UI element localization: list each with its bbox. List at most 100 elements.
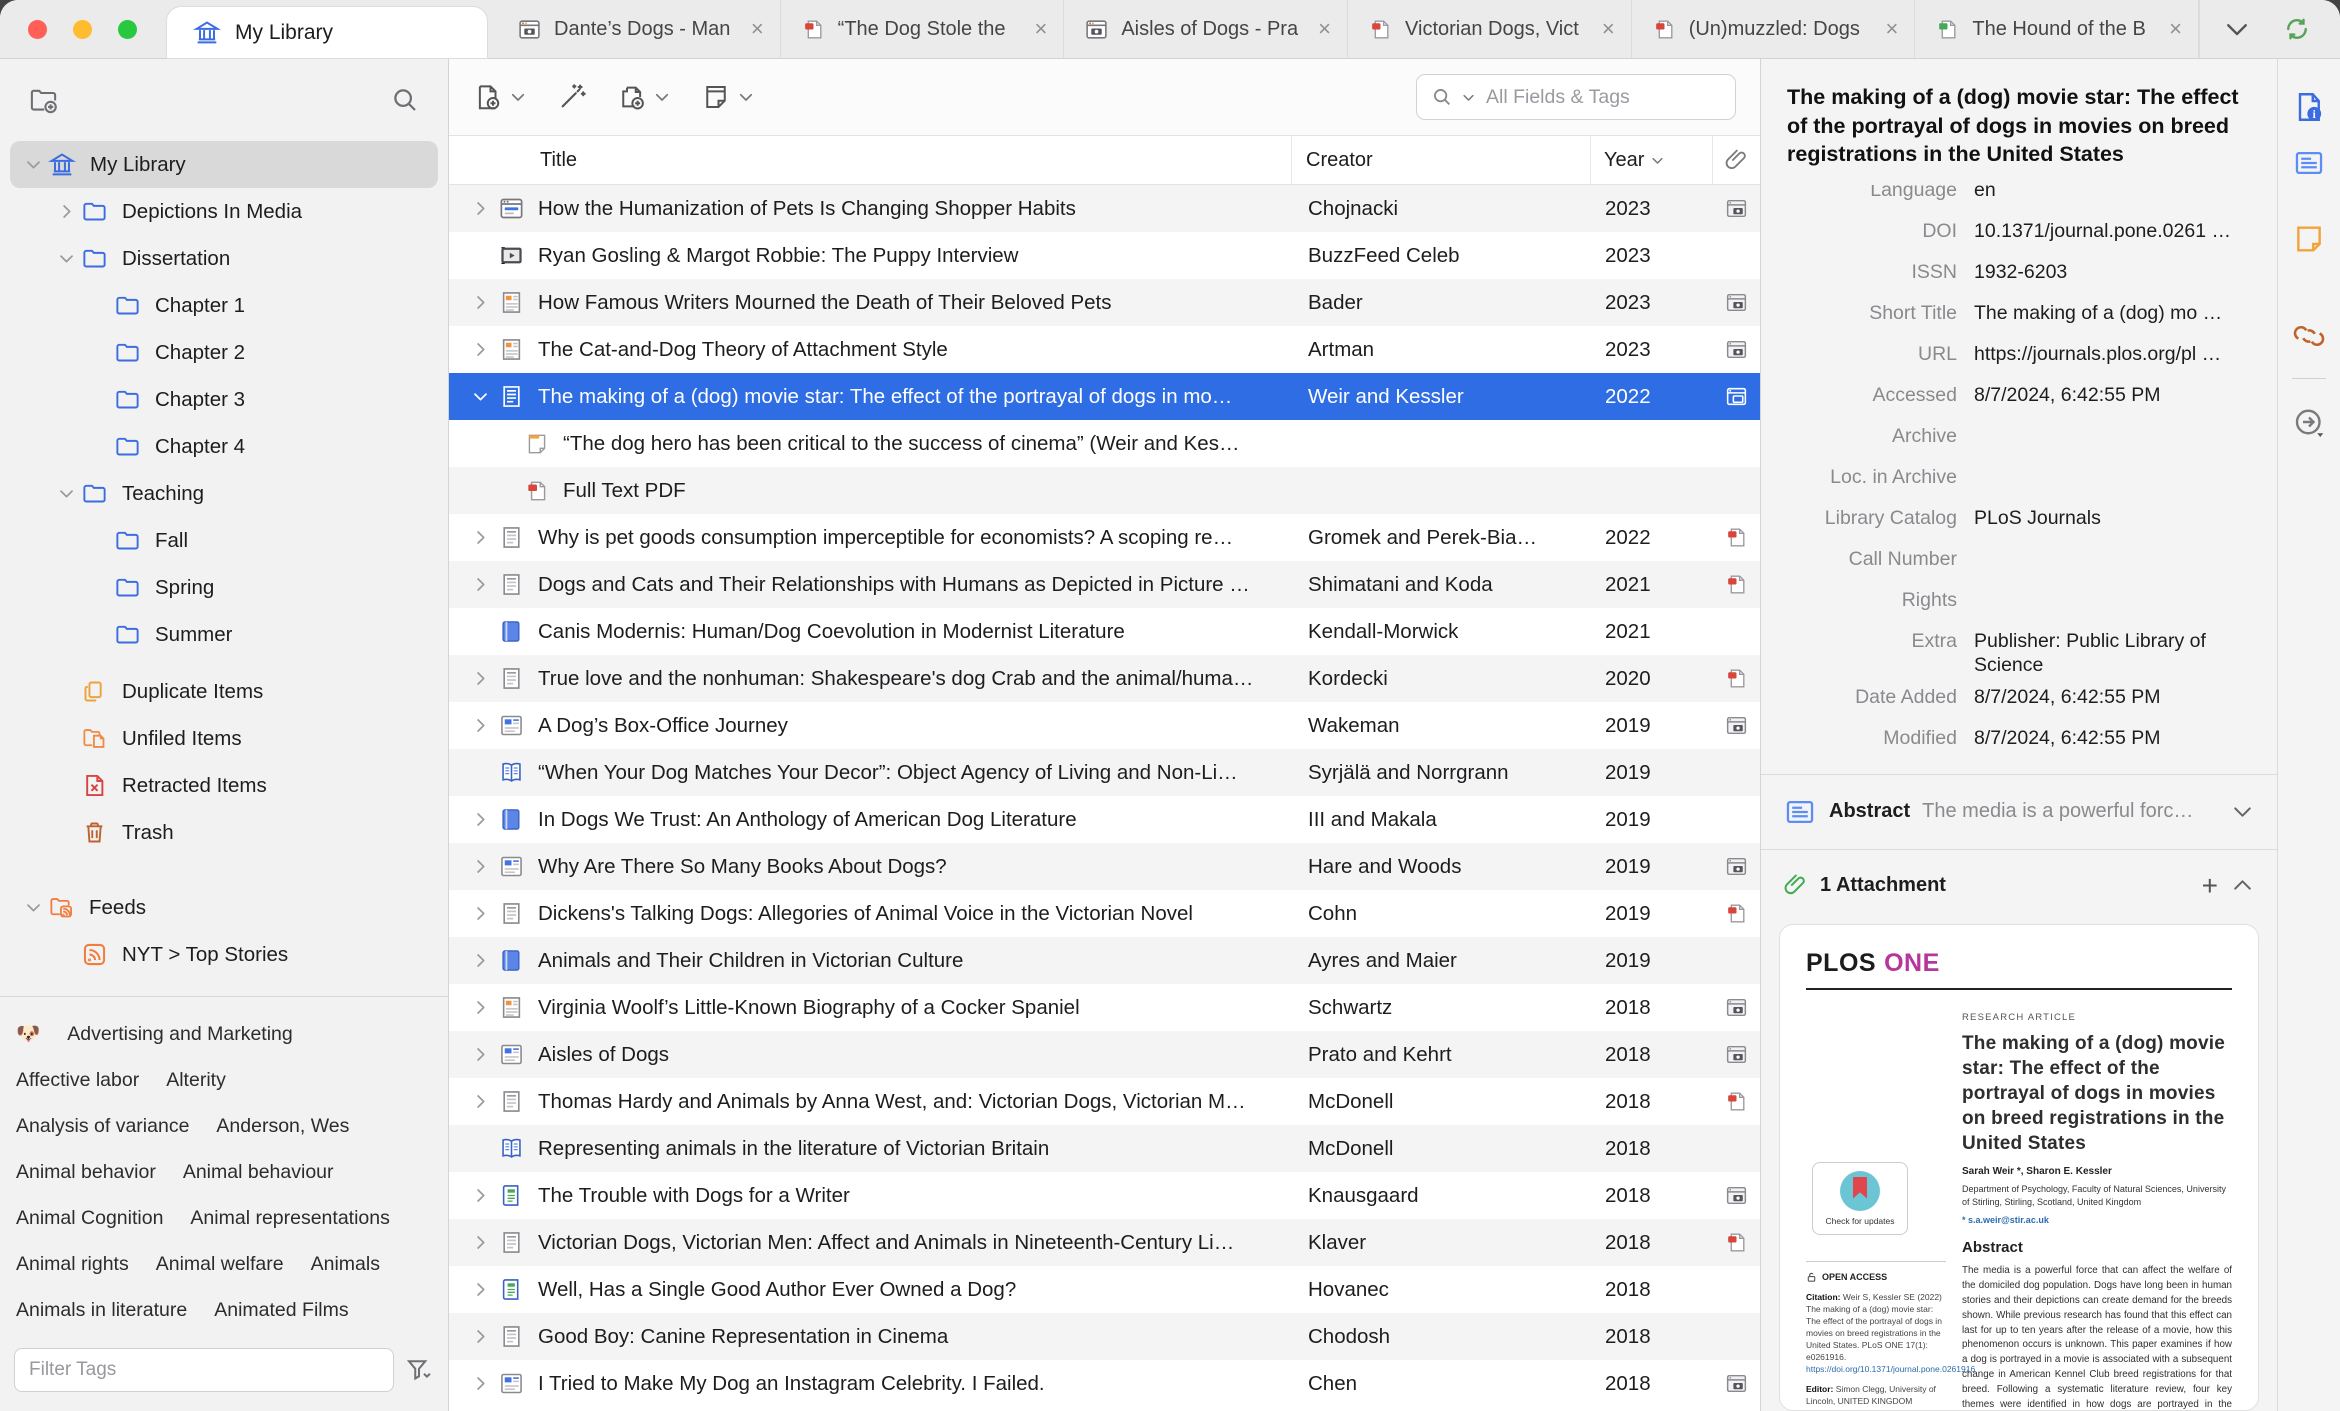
tag-animal-behavior[interactable]: Animal behavior [16, 1149, 156, 1195]
item-row[interactable]: Why is pet goods consumption imperceptib… [449, 514, 1760, 561]
reader-tab-3[interactable]: Victorian Dogs, Vict × [1348, 0, 1632, 58]
add-attachment-button[interactable] [617, 82, 671, 112]
close-tab-icon[interactable]: × [2167, 16, 2184, 42]
item-row[interactable]: Good Boy: Canine Representation in Cinem… [449, 1313, 1760, 1360]
minimize-window-button[interactable] [73, 19, 92, 39]
item-row[interactable]: In Dogs We Trust: An Anthology of Americ… [449, 796, 1760, 843]
twisty-down-icon[interactable] [51, 249, 81, 268]
item-row[interactable]: I Tried to Make My Dog an Instagram Cele… [449, 1360, 1760, 1407]
sidebar-item-trash[interactable]: Trash [10, 809, 438, 856]
twisty-down-icon[interactable] [51, 484, 81, 503]
filter-tags-input[interactable] [14, 1348, 394, 1392]
sidebar-item-nyt-top-stories[interactable]: NYT > Top Stories [10, 931, 438, 978]
sidebar-item-retracted-items[interactable]: Retracted Items [10, 762, 438, 809]
twisty-right-icon[interactable] [466, 951, 494, 970]
chevron-down-icon[interactable] [2230, 799, 2255, 824]
tag-anderson-wes[interactable]: Anderson, Wes [216, 1103, 349, 1149]
item-row[interactable]: Well, Has a Single Good Author Ever Owne… [449, 1266, 1760, 1313]
item-row[interactable]: Victorian Dogs, Victorian Men: Affect an… [449, 1219, 1760, 1266]
twisty-right-icon[interactable] [466, 1327, 494, 1346]
reader-tab-2[interactable]: Aisles of Dogs - Pra × [1064, 0, 1349, 58]
item-row[interactable]: True love and the nonhuman: Shakespeare'… [449, 655, 1760, 702]
column-year[interactable]: Year [1590, 136, 1712, 184]
reader-tab-5[interactable]: The Hound of the B × [1915, 0, 2200, 58]
item-row[interactable]: Thomas Hardy and Animals by Anna West, a… [449, 1078, 1760, 1125]
item-title[interactable]: The making of a (dog) movie star: The ef… [1761, 59, 2277, 185]
reader-tab-4[interactable]: (Un)muzzled: Dogs × [1632, 0, 1916, 58]
sidebar-item-chapter-4[interactable]: Chapter 4 [10, 423, 438, 470]
twisty-right-icon[interactable] [466, 904, 494, 923]
twisty-right-icon[interactable] [466, 1186, 494, 1205]
item-row[interactable]: Dogs and Cats and Their Relationships wi… [449, 561, 1760, 608]
sidebar-item-fall[interactable]: Fall [10, 517, 438, 564]
twisty-right-icon[interactable] [466, 1045, 494, 1064]
tag-filter-options-icon[interactable] [404, 1355, 434, 1385]
zoom-window-button[interactable] [118, 19, 137, 39]
close-tab-icon[interactable]: × [1600, 16, 1617, 42]
attachment-preview-card[interactable]: PLOS ONE Check for updates OPEN ACCESS C… [1779, 923, 2259, 1411]
sidebar-item-dissertation[interactable]: Dissertation [10, 235, 438, 282]
tag-animated-films[interactable]: Animated Films [214, 1287, 348, 1333]
twisty-right-icon[interactable] [466, 810, 494, 829]
sidebar-item-unfiled-items[interactable]: Unfiled Items [10, 715, 438, 762]
child-attachment-row[interactable]: Full Text PDF [449, 467, 1760, 514]
item-row[interactable]: The Cat-and-Dog Theory of Attachment Sty… [449, 326, 1760, 373]
child-attachment-row[interactable]: “The dog hero has been critical to the s… [449, 420, 1760, 467]
tab-my-library[interactable]: My Library [167, 7, 487, 58]
item-row[interactable]: “When Your Dog Matches Your Decor”: Obje… [449, 749, 1760, 796]
twisty-down-icon[interactable] [466, 387, 494, 406]
reader-tab-1[interactable]: “The Dog Stole the × [781, 0, 1065, 58]
sidebar-item-chapter-2[interactable]: Chapter 2 [10, 329, 438, 376]
field-value[interactable]: 10.1371/journal.pone.0261 … [1974, 219, 2257, 243]
related-pane-icon[interactable] [2292, 319, 2326, 353]
attachments-section-header[interactable]: 1 Attachment + [1761, 858, 2277, 914]
tag-animal-welfare[interactable]: Animal welfare [156, 1241, 284, 1287]
sidebar-item-chapter-1[interactable]: Chapter 1 [10, 282, 438, 329]
tag-alterity[interactable]: Alterity [166, 1057, 226, 1103]
column-attachment[interactable] [1712, 136, 1760, 184]
sidebar-item-summer[interactable]: Summer [10, 611, 438, 658]
collection-search-icon[interactable] [390, 85, 420, 115]
locate-pane-icon[interactable] [2291, 404, 2327, 440]
add-attachment-plus-button[interactable]: + [2202, 870, 2218, 902]
item-row[interactable]: Canis Modernis: Human/Dog Coevolution in… [449, 608, 1760, 655]
item-row[interactable]: Virginia Woolf’s Little-Known Biography … [449, 984, 1760, 1031]
item-row[interactable]: Dickens's Talking Dogs: Allegories of An… [449, 890, 1760, 937]
item-row[interactable]: Aisles of Dogs Prato and Kehrt 2018 [449, 1031, 1760, 1078]
tag-animal-rights[interactable]: Animal rights [16, 1241, 129, 1287]
twisty-right-icon[interactable] [466, 575, 494, 594]
item-row[interactable]: Representing animals in the literature o… [449, 1125, 1760, 1172]
twisty-right-icon[interactable] [466, 998, 494, 1017]
close-tab-icon[interactable]: × [1316, 16, 1333, 42]
field-value[interactable]: https://journals.plos.org/pl … [1974, 342, 2257, 366]
twisty-right-icon[interactable] [466, 716, 494, 735]
twisty-right-icon[interactable] [466, 1280, 494, 1299]
search-box[interactable] [1416, 74, 1736, 120]
add-by-identifier-button[interactable] [557, 82, 587, 112]
item-row[interactable]: Ryan Gosling & Margot Robbie: The Puppy … [449, 232, 1760, 279]
twisty-down-icon[interactable] [18, 155, 48, 174]
tag-animal-representations[interactable]: Animal representations [190, 1195, 389, 1241]
reader-tab-0[interactable]: Dante’s Dogs - Man × [497, 0, 781, 58]
twisty-right-icon[interactable] [466, 857, 494, 876]
field-value[interactable]: 8/7/2024, 6:42:55 PM [1974, 685, 2257, 709]
column-creator[interactable]: Creator [1291, 136, 1590, 184]
info-pane-icon[interactable]: i [2291, 89, 2327, 125]
notes-pane-icon[interactable] [2292, 222, 2326, 256]
chevron-up-icon[interactable] [2230, 873, 2255, 898]
tab-overflow-chevron-icon[interactable] [2222, 14, 2252, 44]
twisty-down-icon[interactable] [18, 898, 48, 917]
twisty-right-icon[interactable] [466, 669, 494, 688]
new-collection-icon[interactable] [28, 85, 59, 116]
tag-animals-in-literature[interactable]: Animals in literature [16, 1287, 187, 1333]
twisty-right-icon[interactable] [466, 528, 494, 547]
sidebar-item-chapter-3[interactable]: Chapter 3 [10, 376, 438, 423]
item-row[interactable]: Why Are There So Many Books About Dogs? H… [449, 843, 1760, 890]
twisty-right-icon[interactable] [466, 199, 494, 218]
twisty-right-icon[interactable] [466, 293, 494, 312]
field-value[interactable]: The making of a (dog) mo … [1974, 301, 2257, 325]
close-tab-icon[interactable]: × [1032, 16, 1049, 42]
sidebar-item-duplicate-items[interactable]: Duplicate Items [10, 668, 438, 715]
new-item-button[interactable] [473, 82, 527, 112]
tag-advertising-and-marketing[interactable]: Advertising and Marketing [67, 1011, 292, 1057]
